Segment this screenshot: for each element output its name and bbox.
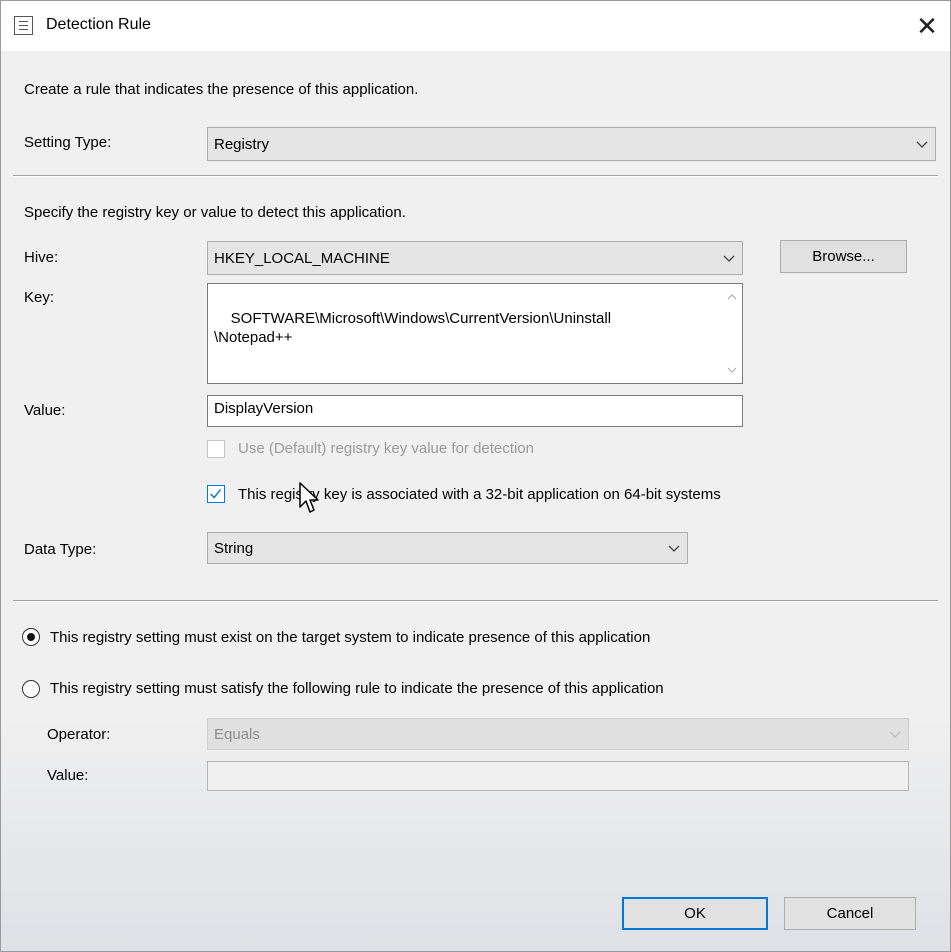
radio-satisfy-rule[interactable] bbox=[22, 680, 40, 698]
hive-label: Hive: bbox=[24, 249, 59, 266]
separator bbox=[13, 600, 938, 602]
data-type-value: String bbox=[214, 539, 254, 557]
rule-value-input[interactable] bbox=[207, 761, 909, 791]
use-default-label: Use (Default) registry key value for det… bbox=[238, 440, 534, 457]
use-default-checkbox[interactable] bbox=[207, 440, 225, 458]
is32bit-checkbox[interactable] bbox=[207, 485, 225, 503]
chevron-down-icon bbox=[889, 731, 901, 738]
close-icon: ✕ bbox=[916, 10, 938, 41]
intro-text: Create a rule that indicates the presenc… bbox=[24, 81, 419, 98]
value-input[interactable]: DisplayVersion bbox=[207, 395, 743, 427]
window-icon bbox=[14, 16, 33, 35]
operator-label: Operator: bbox=[47, 726, 111, 743]
radio-selected-dot bbox=[27, 633, 35, 641]
chevron-down-icon bbox=[916, 141, 928, 148]
separator bbox=[13, 175, 938, 177]
radio-satisfy-rule-label: This registry setting must satisfy the f… bbox=[50, 680, 664, 697]
data-type-label: Data Type: bbox=[24, 541, 97, 558]
ok-button[interactable]: OK bbox=[622, 897, 768, 930]
operator-value: Equals bbox=[214, 725, 260, 743]
key-scrollbar[interactable] bbox=[723, 285, 741, 382]
setting-type-label: Setting Type: bbox=[24, 134, 112, 151]
key-textarea[interactable]: SOFTWARE\Microsoft\Windows\CurrentVersio… bbox=[207, 283, 743, 384]
close-button[interactable]: ✕ bbox=[904, 1, 950, 51]
hive-dropdown[interactable]: HKEY_LOCAL_MACHINE bbox=[207, 241, 743, 275]
key-label: Key: bbox=[24, 289, 55, 306]
hive-value: HKEY_LOCAL_MACHINE bbox=[214, 249, 390, 267]
chevron-down-icon bbox=[668, 545, 680, 552]
setting-type-dropdown[interactable]: Registry bbox=[207, 127, 936, 161]
rule-value-label: Value: bbox=[47, 767, 89, 784]
setting-type-value: Registry bbox=[214, 135, 270, 153]
detection-rule-dialog: Detection Rule ✕ Create a rule that indi… bbox=[0, 0, 951, 952]
browse-button[interactable]: Browse... bbox=[780, 240, 907, 273]
radio-must-exist[interactable] bbox=[22, 628, 40, 646]
value-label: Value: bbox=[24, 402, 66, 419]
value-text: DisplayVersion bbox=[214, 400, 314, 417]
operator-dropdown[interactable]: Equals bbox=[207, 718, 909, 750]
chevron-down-icon[interactable] bbox=[726, 364, 738, 376]
chevron-up-icon[interactable] bbox=[726, 291, 738, 303]
radio-must-exist-label: This registry setting must exist on the … bbox=[50, 629, 651, 646]
key-value: SOFTWARE\Microsoft\Windows\CurrentVersio… bbox=[214, 310, 612, 346]
window-title: Detection Rule bbox=[46, 16, 151, 33]
registry-intro-text: Specify the registry key or value to det… bbox=[24, 204, 406, 221]
data-type-dropdown[interactable]: String bbox=[207, 532, 688, 564]
mouse-cursor-icon bbox=[299, 482, 319, 513]
checkmark-icon bbox=[210, 489, 222, 499]
cancel-button[interactable]: Cancel bbox=[784, 897, 916, 930]
title-bar[interactable]: Detection Rule ✕ bbox=[1, 1, 950, 51]
chevron-down-icon bbox=[723, 255, 735, 262]
